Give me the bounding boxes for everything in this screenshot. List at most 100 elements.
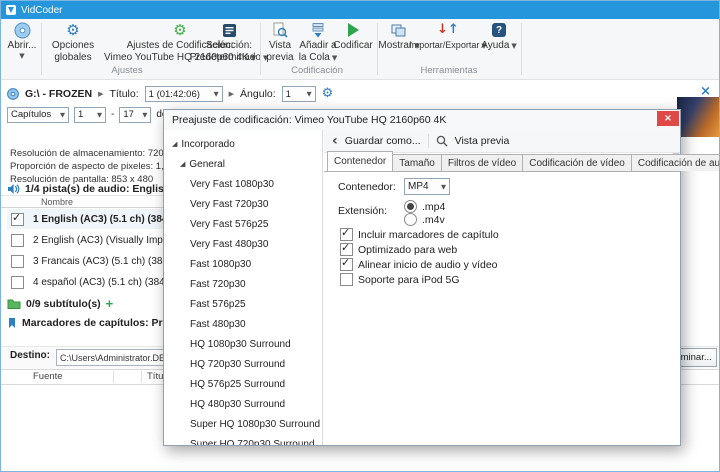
angle-select[interactable]: 1 ▼	[281, 86, 316, 102]
add-subtitle-button[interactable]: +	[106, 297, 114, 310]
tab-container[interactable]: Contenedor	[327, 151, 394, 171]
ribbon-separator	[41, 23, 42, 75]
tree-node-label: Incorporado	[181, 138, 235, 150]
preset-item[interactable]: HQ 480p30 Surround	[164, 394, 322, 414]
preset-tabs: Contenedor Tamaño Filtros de vídeo Codif…	[324, 151, 719, 171]
disc-icon	[14, 21, 31, 39]
preset-item[interactable]: HQ 1080p30 Surround	[164, 334, 322, 354]
name-column-label: Nombre	[41, 196, 74, 207]
audio-track-checkbox[interactable]	[11, 254, 24, 268]
tab-video-encoding[interactable]: Codificación de vídeo	[522, 154, 632, 171]
preview-label-2: previa	[266, 52, 294, 63]
destination-label: Destino:	[10, 350, 50, 361]
expander-icon[interactable]: ◢	[180, 160, 185, 168]
preset-item[interactable]: HQ 576p25 Surround	[164, 374, 322, 394]
audio-track-checkbox[interactable]	[11, 211, 24, 226]
preset-dialog-title: Preajuste de codificación: Vimeo YouTube…	[172, 114, 447, 126]
audio-track-checkbox[interactable]	[11, 233, 24, 247]
extension-option[interactable]: .m4v	[404, 213, 445, 226]
container-label: Contenedor:	[338, 181, 396, 193]
tab-video-filters[interactable]: Filtros de vídeo	[440, 154, 524, 171]
extension-option[interactable]: .mp4	[404, 200, 445, 213]
chevron-down-icon: ▼	[511, 41, 517, 50]
chevron-right-icon: ▶	[98, 90, 104, 98]
audio-track-checkbox[interactable]	[11, 275, 24, 289]
import-export-label: Importar/Exportar	[409, 40, 480, 50]
chapter-from-select[interactable]: 1 ▼	[74, 106, 106, 123]
preset-item[interactable]: Fast 720p30	[164, 274, 322, 294]
preset-dialog-titlebar[interactable]: Preajuste de codificación: Vimeo YouTube…	[164, 110, 680, 131]
queue-column-source: Fuente	[33, 371, 63, 382]
preset-item[interactable]: Super HQ 720p30 Surround	[164, 434, 322, 446]
option-row[interactable]: Soporte para iPod 5G	[340, 273, 460, 286]
back-chevron-icon[interactable]: ‹	[332, 134, 338, 148]
option-row[interactable]: Incluir marcadores de capítulo	[340, 226, 499, 241]
option-row[interactable]: Alinear inicio de audio y vídeo	[340, 256, 498, 271]
dialog-preview-button[interactable]: Vista previa	[455, 135, 510, 147]
chapter-dash: -	[111, 109, 115, 120]
align-av-checkbox[interactable]	[340, 256, 353, 271]
windows-icon	[391, 21, 407, 39]
picker-label: Selección:	[205, 40, 253, 51]
queue-column-separator	[113, 369, 114, 383]
chevron-down-icon: ▼	[19, 52, 25, 60]
close-dialog-button[interactable]: ×	[657, 111, 679, 126]
add-to-queue-icon	[310, 21, 326, 39]
expander-icon[interactable]: ◢	[172, 140, 177, 148]
save-as-button[interactable]: Guardar como...	[345, 135, 421, 147]
preset-item[interactable]: Very Fast 720p30	[164, 194, 322, 214]
preset-item[interactable]: Very Fast 576p25	[164, 214, 322, 234]
title-select[interactable]: 1 (01:42:06) ▼	[144, 86, 223, 102]
gear-icon: ⚙	[173, 21, 187, 39]
angle-label: Ángulo:	[240, 88, 276, 100]
toolbar-separator	[427, 134, 429, 148]
gear-icon[interactable]: ⚙	[322, 86, 334, 102]
preview-label-1: Vista	[268, 40, 292, 51]
title-label: Título:	[109, 88, 139, 100]
m4v-radio[interactable]	[404, 213, 417, 226]
ribbon-toolbar: Abrir... ▼ ⚙ Opciones globales ⚙ Ajustes…	[1, 19, 719, 80]
window-titlebar[interactable]: VidCoder	[1, 1, 719, 19]
preset-item[interactable]: Super HQ 1080p30 Surround	[164, 414, 322, 434]
open-source-button[interactable]: Abrir... ▼	[5, 21, 39, 75]
preset-tree: ◢ Incorporado ◢ General Very Fast 1080p3…	[164, 130, 323, 445]
subtitle-header-text: 0/9 subtítulo(s)	[26, 297, 101, 310]
audio-header-text: 1/4 pista(s) de audio: English	[25, 182, 171, 195]
preset-item[interactable]: Fast 576p25	[164, 294, 322, 314]
mp4-radio[interactable]	[404, 200, 417, 213]
picker-button[interactable]: Selección: Predeterminado ▼	[190, 21, 268, 75]
web-optimized-checkbox[interactable]	[340, 241, 353, 256]
preview-icon	[272, 21, 288, 39]
container-select[interactable]: MP4 ▼	[404, 178, 450, 195]
magnifier-icon	[436, 135, 448, 147]
queue-column-separator	[141, 369, 142, 383]
add-to-queue-label-2: la Cola	[298, 52, 330, 63]
help-label: Ayuda	[481, 40, 510, 51]
vidcoder-window: VidCoder Abrir... ▼ ⚙ Opciones globales …	[0, 0, 720, 472]
preset-item[interactable]: Very Fast 480p30	[164, 234, 322, 254]
tree-node-general[interactable]: ◢ General	[164, 154, 322, 174]
preset-item[interactable]: HQ 720p30 Surround	[164, 354, 322, 374]
chapter-to-select[interactable]: 17 ▼	[119, 106, 152, 123]
app-icon	[5, 4, 17, 16]
encode-label: Codificar	[333, 40, 373, 51]
open-source-label: Abrir...	[7, 40, 37, 51]
range-type-select[interactable]: Capítulos ▼	[7, 106, 69, 123]
option-row[interactable]: Optimizado para web	[340, 241, 457, 256]
preset-item[interactable]: Very Fast 1080p30	[164, 174, 322, 194]
container-tab-panel: Contenedor: MP4▼ Extensión: .mp4 .m4v In…	[324, 171, 680, 445]
ribbon-group-encoding: Codificación	[291, 65, 343, 76]
audio-section-header: 1/4 pista(s) de audio: English	[7, 181, 170, 196]
chapter-markers-checkbox[interactable]	[340, 226, 353, 241]
preset-item[interactable]: Fast 480p30	[164, 314, 322, 334]
tree-node-builtin[interactable]: ◢ Incorporado	[164, 134, 322, 154]
ipod-checkbox[interactable]	[340, 273, 353, 286]
chapter-range-row: Capítulos▼ 1▼ - 17▼ de 17	[7, 106, 181, 123]
tab-audio-encoding[interactable]: Codificación de audio	[630, 154, 719, 171]
preset-dialog: Preajuste de codificación: Vimeo YouTube…	[163, 109, 719, 446]
show-windows-label: Mostrar	[378, 40, 413, 51]
tab-size[interactable]: Tamaño	[392, 154, 442, 171]
preset-item[interactable]: Fast 1080p30	[164, 254, 322, 274]
window-title: VidCoder	[21, 4, 63, 16]
option-label: Soporte para iPod 5G	[358, 273, 460, 286]
